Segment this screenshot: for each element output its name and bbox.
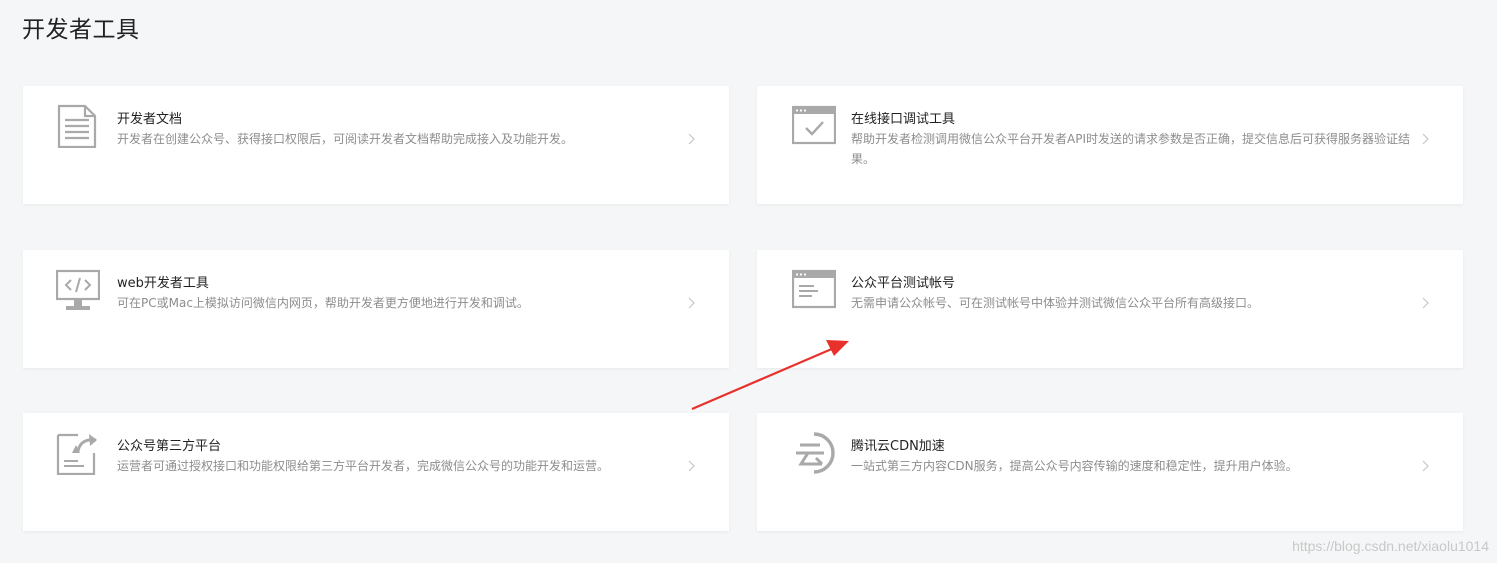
card-description: 开发者在创建公众号、获得接口权限后，可阅读开发者文档帮助完成接入及功能开发。 (117, 132, 574, 146)
card-description: 帮助开发者检测调用微信公众平台开发者API时发送的请求参数是否正确，提交信息后可… (851, 132, 1410, 166)
card-title: web开发者工具 (117, 276, 209, 291)
card-web-dev-tool[interactable]: web开发者工具 可在PC或Mac上模拟访问微信内网页，帮助开发者更方便地进行开… (23, 250, 729, 368)
watermark: https://blog.csdn.net/xiaolu1014 (1292, 538, 1489, 554)
card-title: 腾讯云CDN加速 (851, 439, 945, 454)
card-description: 运营者可通过授权接口和功能权限给第三方平台开发者，完成微信公众号的功能开发和运营… (117, 459, 610, 473)
card-description: 无需申请公众帐号、可在测试帐号中体验并测试微信公众平台所有高级接口。 (851, 296, 1260, 310)
card-title: 在线接口调试工具 (851, 112, 956, 127)
share-document-icon (56, 431, 100, 475)
chevron-right-icon (688, 133, 696, 145)
card-description: 可在PC或Mac上模拟访问微信内网页，帮助开发者更方便地进行开发和调试。 (117, 296, 529, 310)
page-title: 开发者工具 (22, 17, 140, 43)
card-title: 公众平台测试帐号 (851, 276, 956, 291)
card-description: 一站式第三方内容CDN服务，提高公众号内容传输的速度和稳定性，提升用户体验。 (851, 459, 1298, 473)
card-tencent-cdn[interactable]: 腾讯云CDN加速 一站式第三方内容CDN服务，提高公众号内容传输的速度和稳定性，… (757, 413, 1463, 531)
card-test-account[interactable]: 公众平台测试帐号 无需申请公众帐号、可在测试帐号中体验并测试微信公众平台所有高级… (757, 250, 1463, 368)
card-third-party-platform[interactable]: 公众号第三方平台 运营者可通过授权接口和功能权限给第三方平台开发者，完成微信公众… (23, 413, 729, 531)
cloud-cdn-icon (792, 431, 836, 475)
chevron-right-icon (1422, 297, 1430, 309)
card-api-debug-tool[interactable]: 在线接口调试工具 帮助开发者检测调用微信公众平台开发者API时发送的请求参数是否… (757, 86, 1463, 204)
card-title: 公众号第三方平台 (117, 439, 222, 454)
browser-window-icon (792, 268, 836, 312)
document-icon (56, 104, 100, 148)
browser-check-icon (792, 104, 836, 148)
card-title: 开发者文档 (117, 112, 183, 127)
chevron-right-icon (1422, 460, 1430, 472)
chevron-right-icon (688, 297, 696, 309)
chevron-right-icon (688, 460, 696, 472)
card-developer-docs[interactable]: 开发者文档 开发者在创建公众号、获得接口权限后，可阅读开发者文档帮助完成接入及功… (23, 86, 729, 204)
monitor-code-icon (56, 268, 100, 312)
chevron-right-icon (1422, 133, 1430, 145)
